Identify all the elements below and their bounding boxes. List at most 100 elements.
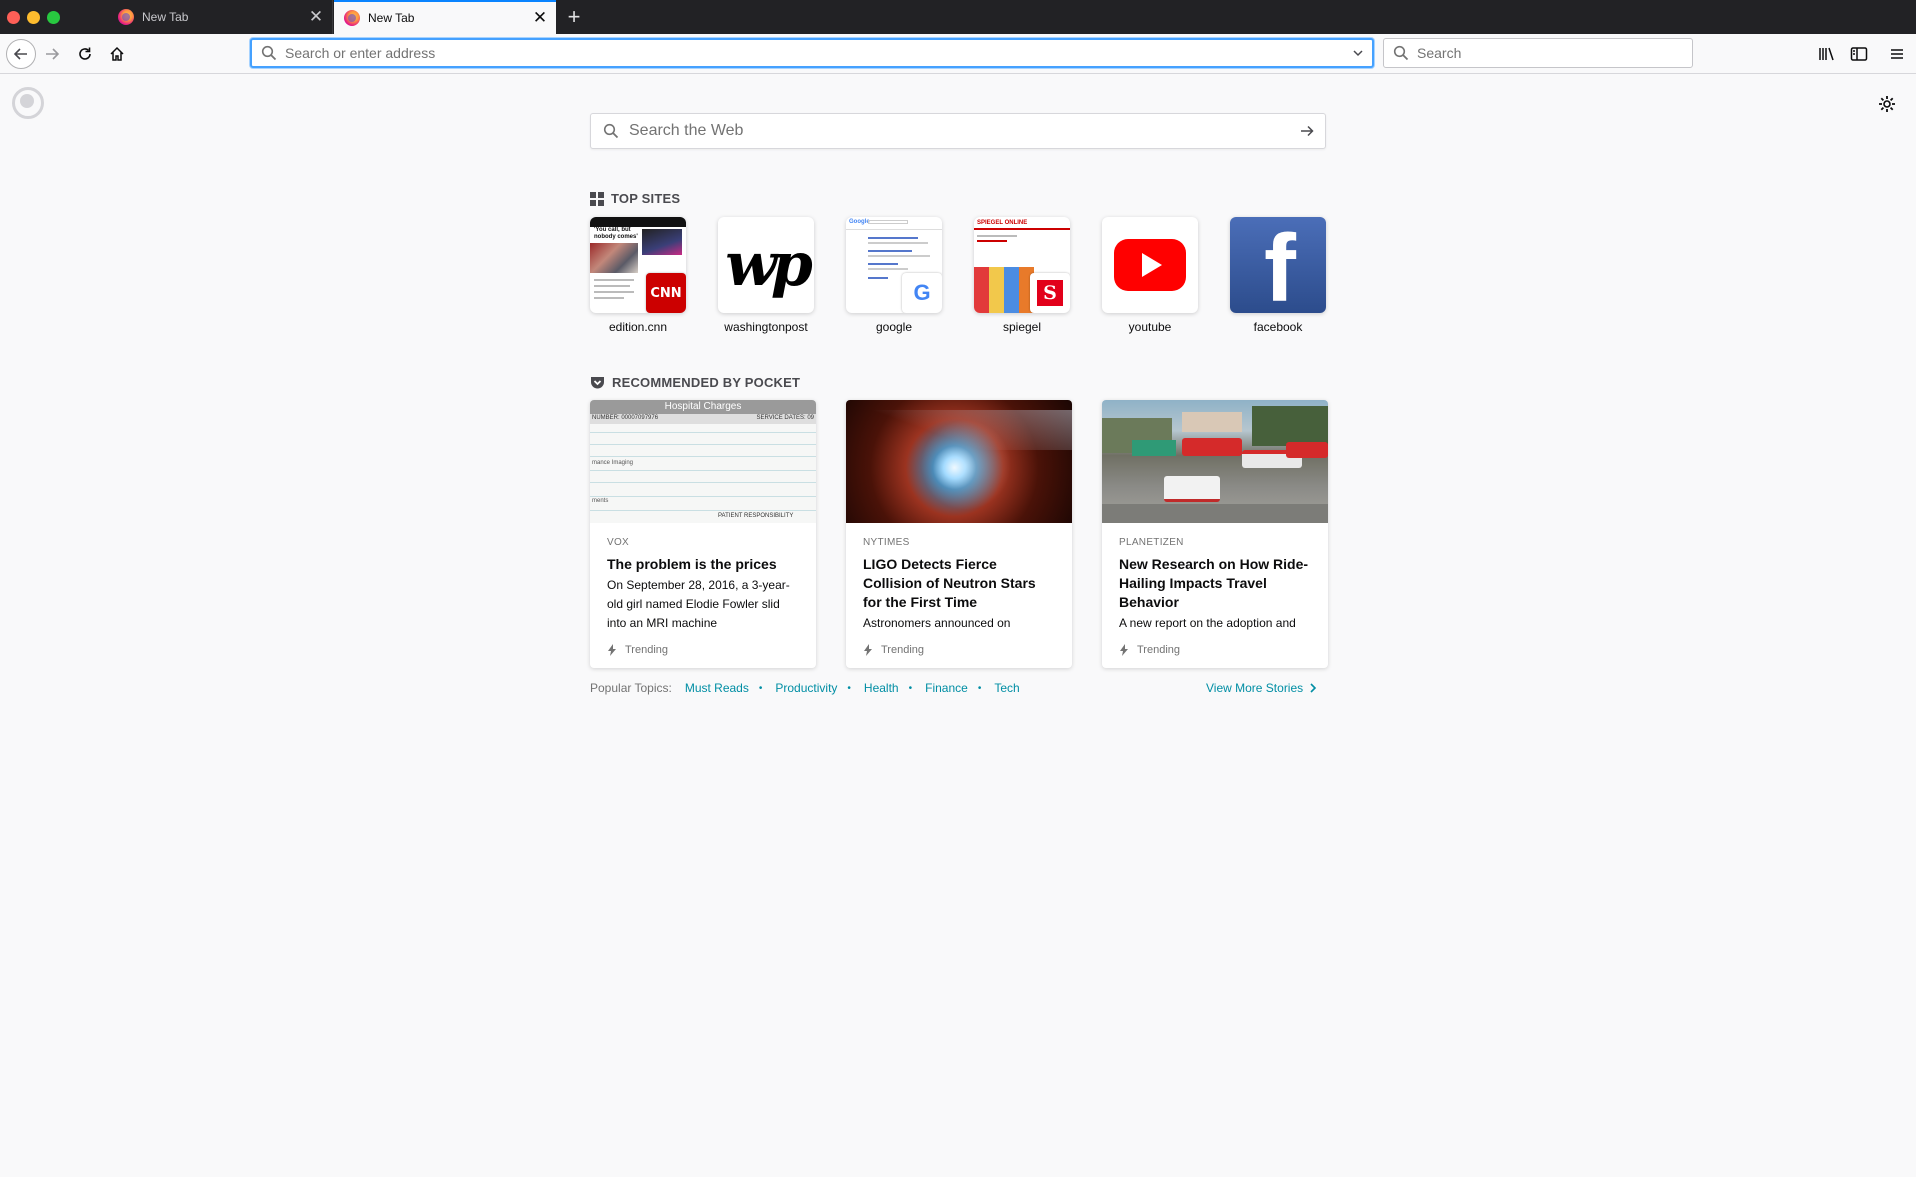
sidebar-button[interactable] — [1847, 42, 1871, 66]
top-site-label: youtube — [1128, 320, 1172, 334]
top-site-tile-youtube[interactable]: youtube — [1102, 217, 1198, 334]
gear-icon — [1879, 96, 1895, 112]
top-site-tile-spiegel[interactable]: SPIEGEL ONLINE S spiegel — [974, 217, 1070, 334]
library-button[interactable] — [1815, 42, 1839, 66]
reload-button[interactable] — [70, 39, 100, 69]
back-button[interactable] — [6, 39, 36, 69]
story-description: A new report on the adoption and — [1119, 616, 1296, 630]
story-source: NYTIMES — [863, 537, 910, 548]
story-description: On September 28, 2016, a 3-year-old girl… — [607, 578, 790, 630]
spiegel-logo-text: S — [1037, 280, 1063, 306]
spiegel-brand-text: SPIEGEL ONLINE — [977, 220, 1028, 226]
top-site-tile-google[interactable]: Google G google — [846, 217, 942, 334]
top-site-tile-washingtonpost[interactable]: wp washingtonpost — [718, 217, 814, 334]
youtube-play-icon — [1114, 239, 1186, 291]
google-logo-text: G — [913, 280, 931, 305]
top-sites-title: TOP SITES — [611, 191, 681, 206]
top-site-label: facebook — [1253, 320, 1303, 334]
web-search-input[interactable] — [629, 122, 1289, 140]
forward-button[interactable] — [37, 39, 67, 69]
tab-strip: New Tab ✕ New Tab ✕ + — [0, 0, 1916, 34]
story-context: Trending — [863, 644, 924, 656]
story-card[interactable]: PLANETIZEN New Research on How Ride-Hail… — [1102, 400, 1328, 668]
topic-separator: • — [758, 682, 763, 694]
story-title: LIGO Detects Fierce Collision of Neutron… — [863, 556, 1036, 610]
top-site-tile-cnn[interactable]: 'You call, but nobody comes' CNN edition… — [590, 217, 686, 334]
pocket-title: RECOMMENDED BY POCKET — [612, 375, 801, 390]
pocket-icon — [590, 376, 605, 390]
popular-topics-label: Popular Topics: — [590, 681, 672, 695]
search-input[interactable] — [1417, 45, 1692, 61]
firefox-logo-icon — [12, 87, 44, 119]
topic-link-tech[interactable]: Tech — [994, 681, 1019, 695]
search-icon — [261, 45, 277, 61]
library-icon — [1819, 47, 1834, 61]
topic-link-finance[interactable]: Finance — [925, 681, 968, 695]
pocket-header[interactable]: RECOMMENDED BY POCKET — [590, 375, 800, 390]
topic-separator: • — [977, 682, 982, 694]
spiegel-thumbnail: SPIEGEL ONLINE S — [974, 217, 1070, 313]
grid-icon — [590, 191, 604, 206]
window-minimize-button[interactable] — [27, 11, 40, 24]
back-arrow-icon — [13, 48, 27, 60]
navigation-toolbar — [0, 34, 1916, 74]
search-icon — [1393, 45, 1409, 61]
menu-button[interactable] — [1885, 42, 1909, 66]
search-go-button[interactable] — [1289, 114, 1325, 148]
settings-button[interactable] — [1876, 93, 1898, 115]
hamburger-menu-icon — [1891, 49, 1903, 59]
window-close-button[interactable] — [7, 11, 20, 24]
topic-link-productivity[interactable]: Productivity — [775, 681, 837, 695]
sidebar-icon — [1850, 47, 1868, 61]
tab-new-tab-1[interactable]: New Tab ✕ — [108, 0, 333, 34]
story-context: Trending — [1119, 644, 1180, 656]
top-site-label: edition.cnn — [608, 320, 668, 334]
tab-title: New Tab — [368, 11, 415, 25]
search-bar[interactable] — [1383, 38, 1693, 68]
topic-link-must-reads[interactable]: Must Reads — [685, 681, 749, 695]
story-image — [1102, 400, 1328, 523]
image-footer: PATIENT RESPONSIBILITY — [718, 513, 794, 519]
chevron-down-icon[interactable] — [1352, 47, 1364, 59]
google-brand-text: Google — [849, 219, 870, 225]
top-site-label: google — [875, 320, 913, 334]
image-caption: Hospital Charges — [590, 400, 816, 414]
cnn-thumbnail: 'You call, but nobody comes' CNN — [590, 217, 686, 313]
top-sites-header[interactable]: TOP SITES — [590, 191, 680, 206]
top-site-label: washingtonpost — [724, 320, 808, 334]
story-image — [846, 400, 1072, 523]
story-context-label: Trending — [1137, 644, 1181, 656]
topic-separator: • — [847, 682, 851, 694]
story-title: The problem is the prices — [607, 556, 777, 572]
washingtonpost-icon: wp — [718, 217, 814, 313]
image-row-1: mance Imaging — [592, 460, 634, 466]
address-bar[interactable] — [250, 38, 1374, 68]
firefox-icon — [344, 10, 360, 26]
facebook-logo-text: f — [1264, 217, 1296, 314]
view-more-stories-link[interactable]: View More Stories — [1206, 681, 1317, 695]
home-button[interactable] — [102, 39, 132, 69]
web-search-box[interactable] — [590, 113, 1326, 149]
forward-arrow-icon — [46, 48, 60, 60]
window-maximize-button[interactable] — [47, 11, 60, 24]
lightning-bolt-icon — [607, 644, 617, 656]
story-card[interactable]: NYTIMES LIGO Detects Fierce Collision of… — [846, 400, 1072, 668]
popular-topics: Popular Topics: Must Reads • Productivit… — [590, 681, 1020, 695]
new-tab-button[interactable]: + — [563, 4, 585, 30]
image-row-2: ments — [592, 498, 609, 504]
chevron-right-icon — [1309, 683, 1317, 693]
story-card[interactable]: Hospital Charges NUMBER: 00007097976 SER… — [590, 400, 816, 668]
tab-close-button[interactable]: ✕ — [306, 7, 326, 27]
spiegel-icon: S — [1030, 273, 1070, 313]
tab-close-button[interactable]: ✕ — [530, 8, 550, 28]
topic-link-health[interactable]: Health — [864, 681, 899, 695]
tab-new-tab-2[interactable]: New Tab ✕ — [334, 0, 556, 34]
lightning-bolt-icon — [1119, 644, 1129, 656]
image-number: NUMBER: 00007097976 — [592, 415, 659, 421]
address-input[interactable] — [285, 45, 1352, 61]
wp-logo-text: wp — [725, 230, 813, 300]
lightning-bolt-icon — [863, 644, 873, 656]
top-site-tile-facebook[interactable]: f facebook — [1230, 217, 1326, 334]
google-thumbnail: Google G — [846, 217, 942, 313]
story-context-label: Trending — [881, 644, 925, 656]
